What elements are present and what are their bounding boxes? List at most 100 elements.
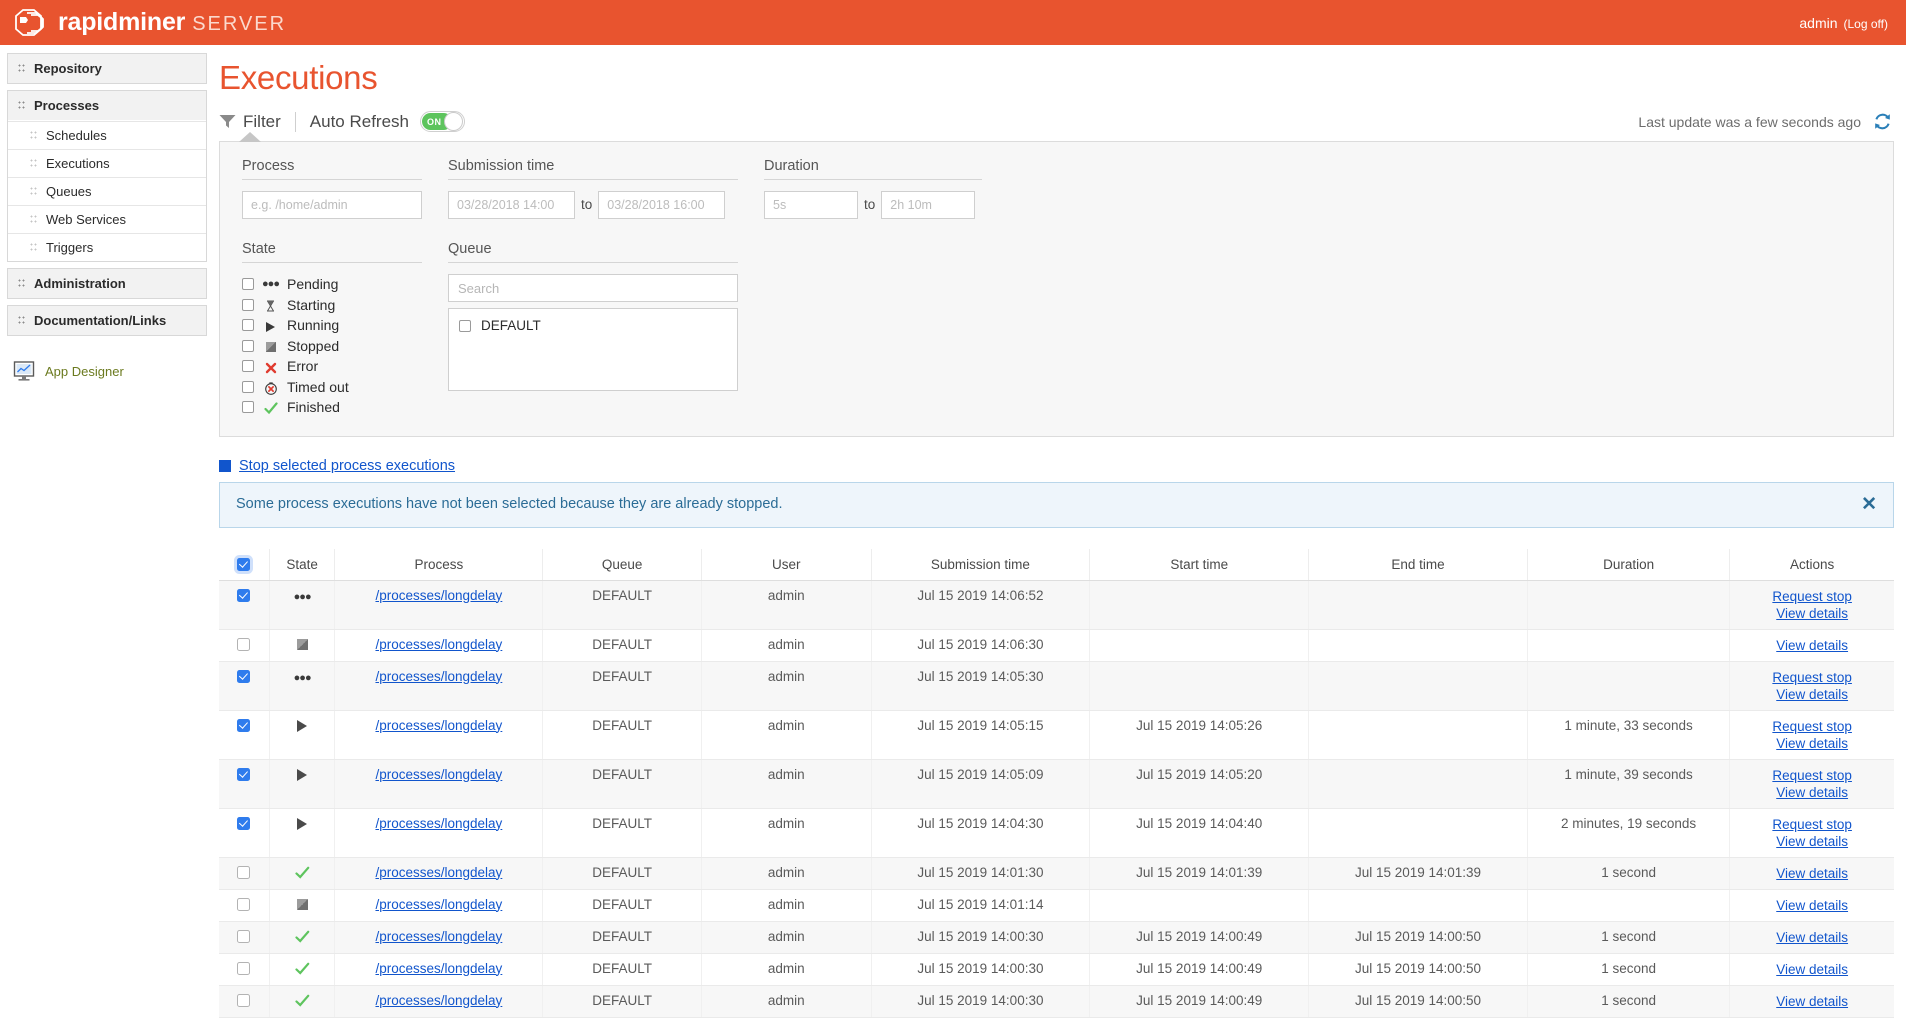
state-checkbox-error[interactable] [242,360,254,373]
row-checkbox[interactable] [237,670,251,684]
state-checkbox-timed-out[interactable] [242,380,254,393]
row-select-cell[interactable] [219,710,270,760]
state-option-starting[interactable]: Starting [242,295,422,316]
sidebar-item-queues[interactable]: Queues [8,177,206,205]
view-details-link[interactable]: View details [1734,605,1890,622]
state-checkbox-stopped[interactable] [242,339,254,352]
sidebar-item-web-services[interactable]: Web Services [8,205,206,233]
app-designer-link[interactable]: App Designer [7,360,207,382]
process-link[interactable]: /processes/longdelay [375,993,502,1008]
submission-to-input[interactable] [598,191,726,219]
duration-to-input[interactable] [881,191,976,219]
sidebar-group-documentation[interactable]: Documentation/Links [7,305,207,336]
row-checkbox[interactable] [237,719,251,733]
state-option-stopped[interactable]: Stopped [242,336,422,357]
row-checkbox[interactable] [237,866,251,880]
view-details-link[interactable]: View details [1734,929,1890,946]
process-link[interactable]: /processes/longdelay [375,767,502,782]
row-select-cell[interactable] [219,808,270,858]
sidebar-group-repository[interactable]: Repository [7,53,207,84]
view-details-link[interactable]: View details [1734,686,1890,703]
row-checkbox[interactable] [237,962,251,976]
process-link[interactable]: /processes/longdelay [375,816,502,831]
sidebar-item-executions[interactable]: Executions [8,149,206,177]
sidebar-item-triggers[interactable]: Triggers [8,233,206,261]
state-option-pending[interactable]: ●●● Pending [242,274,422,295]
row-select-cell[interactable] [219,629,270,662]
table-header-user[interactable]: User [701,548,872,581]
sidebar-group-administration[interactable]: Administration [7,268,207,299]
state-option-error[interactable]: Error [242,356,422,377]
row-checkbox[interactable] [237,768,251,782]
table-header-end-time[interactable]: End time [1308,548,1528,581]
stop-selected-link[interactable]: Stop selected process executions [239,458,455,474]
table-header-queue[interactable]: Queue [542,548,702,581]
view-details-link[interactable]: View details [1734,961,1890,978]
process-link[interactable]: /processes/longdelay [375,718,502,733]
process-link[interactable]: /processes/longdelay [375,961,502,976]
sidebar-item-repository[interactable]: Repository [8,54,206,83]
row-select-cell[interactable] [219,921,270,954]
row-checkbox[interactable] [237,994,251,1008]
table-header-submission-time[interactable]: Submission time [871,548,1091,581]
state-option-timed-out[interactable]: Timed out [242,377,422,398]
request-stop-link[interactable]: Request stop [1734,767,1890,784]
queue-search-input[interactable] [448,274,738,302]
state-checkbox-starting[interactable] [242,298,254,311]
row-select-cell[interactable] [219,759,270,809]
process-link[interactable]: /processes/longdelay [375,865,502,880]
process-link[interactable]: /processes/longdelay [375,897,502,912]
request-stop-link[interactable]: Request stop [1734,816,1890,833]
state-option-running[interactable]: Running [242,315,422,336]
row-select-cell[interactable] [219,953,270,986]
queue-checkbox-default[interactable] [459,319,471,332]
view-details-link[interactable]: View details [1734,735,1890,752]
alert-close-button[interactable]: ✕ [1861,495,1877,514]
state-checkbox-pending[interactable] [242,278,254,291]
process-link[interactable]: /processes/longdelay [375,637,502,652]
view-details-link[interactable]: View details [1734,637,1890,654]
view-details-link[interactable]: View details [1734,897,1890,914]
request-stop-link[interactable]: Request stop [1734,588,1890,605]
state-checkbox-running[interactable] [242,319,254,332]
row-select-cell[interactable] [219,661,270,711]
state-checkbox-finished[interactable] [242,401,254,414]
sidebar-item-schedules[interactable]: Schedules [8,121,206,149]
row-checkbox[interactable] [237,930,251,944]
process-link[interactable]: /processes/longdelay [375,588,502,603]
request-stop-link[interactable]: Request stop [1734,669,1890,686]
process-link[interactable]: /processes/longdelay [375,929,502,944]
refresh-icon[interactable] [1873,112,1892,131]
brand-logo[interactable]: rapidminer SERVER [14,6,286,40]
row-checkbox[interactable] [237,638,251,652]
auto-refresh-toggle[interactable]: ON [420,111,466,132]
table-header-process[interactable]: Process [334,548,544,581]
row-select-cell[interactable] [219,889,270,922]
table-header-start-time[interactable]: Start time [1089,548,1310,581]
filter-button[interactable]: Filter [219,111,296,132]
row-select-cell[interactable] [219,580,270,630]
view-details-link[interactable]: View details [1734,865,1890,882]
table-header-select-all[interactable] [219,548,270,581]
row-checkbox[interactable] [237,898,251,912]
view-details-link[interactable]: View details [1734,993,1890,1010]
submission-from-input[interactable] [448,191,575,219]
row-select-cell[interactable] [219,857,270,890]
state-option-finished[interactable]: Finished [242,397,422,418]
process-filter-input[interactable] [242,191,422,219]
auto-refresh-control[interactable]: Auto Refresh ON [296,111,466,132]
view-details-link[interactable]: View details [1734,833,1890,850]
sidebar-item-documentation[interactable]: Documentation/Links [8,306,206,335]
sidebar-item-administration[interactable]: Administration [8,269,206,298]
view-details-link[interactable]: View details [1734,784,1890,801]
process-link[interactable]: /processes/longdelay [375,669,502,684]
queue-list-item-default[interactable]: DEFAULT [459,318,727,333]
stop-selected-row[interactable]: Stop selected process executions [219,458,1906,474]
table-header-duration[interactable]: Duration [1527,548,1731,581]
row-checkbox[interactable] [237,589,251,603]
duration-from-input[interactable] [764,191,858,219]
row-select-cell[interactable] [219,985,270,1018]
table-header-state[interactable]: State [269,548,336,581]
sidebar-item-processes[interactable]: Processes [8,91,206,121]
request-stop-link[interactable]: Request stop [1734,718,1890,735]
